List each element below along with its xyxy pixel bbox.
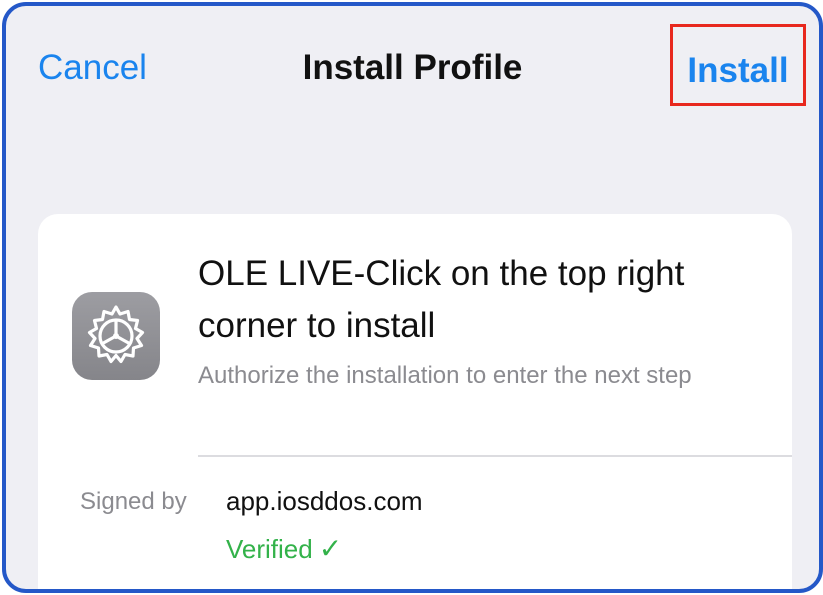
install-button-highlight[interactable]: Install [670,24,806,106]
settings-gear-icon [72,292,160,380]
profile-card: OLE LIVE-Click on the top right corner t… [38,214,792,589]
profile-name: OLE LIVE-Click on the top right corner t… [198,254,685,345]
verified-label: Verified [226,534,313,564]
navigation-bar: Cancel Install Profile Install [6,6,819,136]
signed-by-label: Signed by [80,488,187,515]
install-profile-screen: Cancel Install Profile Install OLE LIVE-… [2,2,823,593]
divider [198,455,792,457]
checkmark-icon: ✓ [318,533,343,564]
verified-status: Verified ✓ [226,532,342,566]
profile-description: Authorize the installation to enter the … [198,362,692,389]
install-button[interactable]: Install [673,53,803,88]
signed-by-value: app.iosddos.com [226,486,423,516]
